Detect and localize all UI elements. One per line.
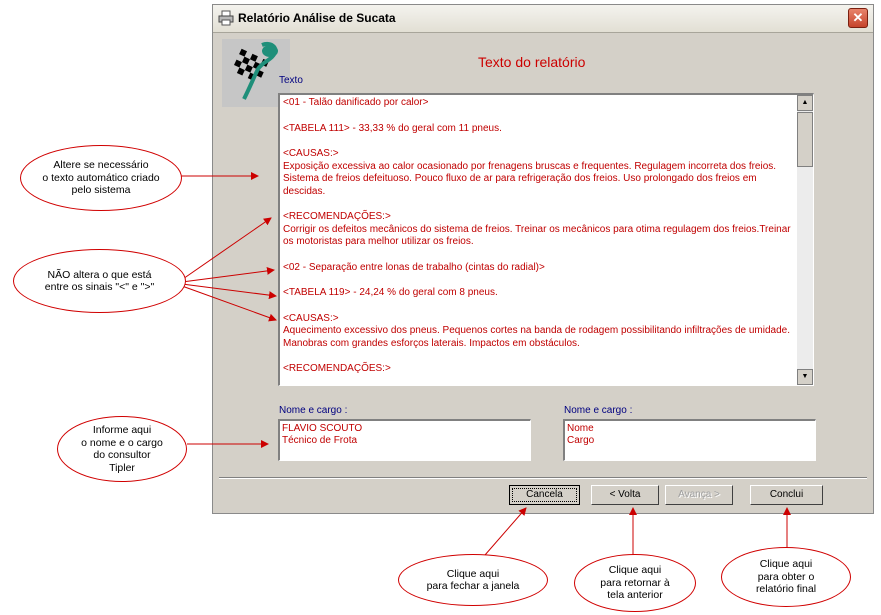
callout-inform: Informe aqui o nome e o cargo do consult…	[57, 416, 187, 482]
callout-no-change: NÃO altera o que está entre os sinais "<…	[13, 249, 186, 313]
callout-final: Clique aqui para obter o relatório final	[721, 547, 851, 607]
callout-close: Clique aqui para fechar a janela	[398, 554, 548, 606]
callout-back: Clique aqui para retornar à tela anterio…	[574, 554, 696, 612]
callout-edit-text: Altere se necessário o texto automático …	[20, 145, 182, 211]
